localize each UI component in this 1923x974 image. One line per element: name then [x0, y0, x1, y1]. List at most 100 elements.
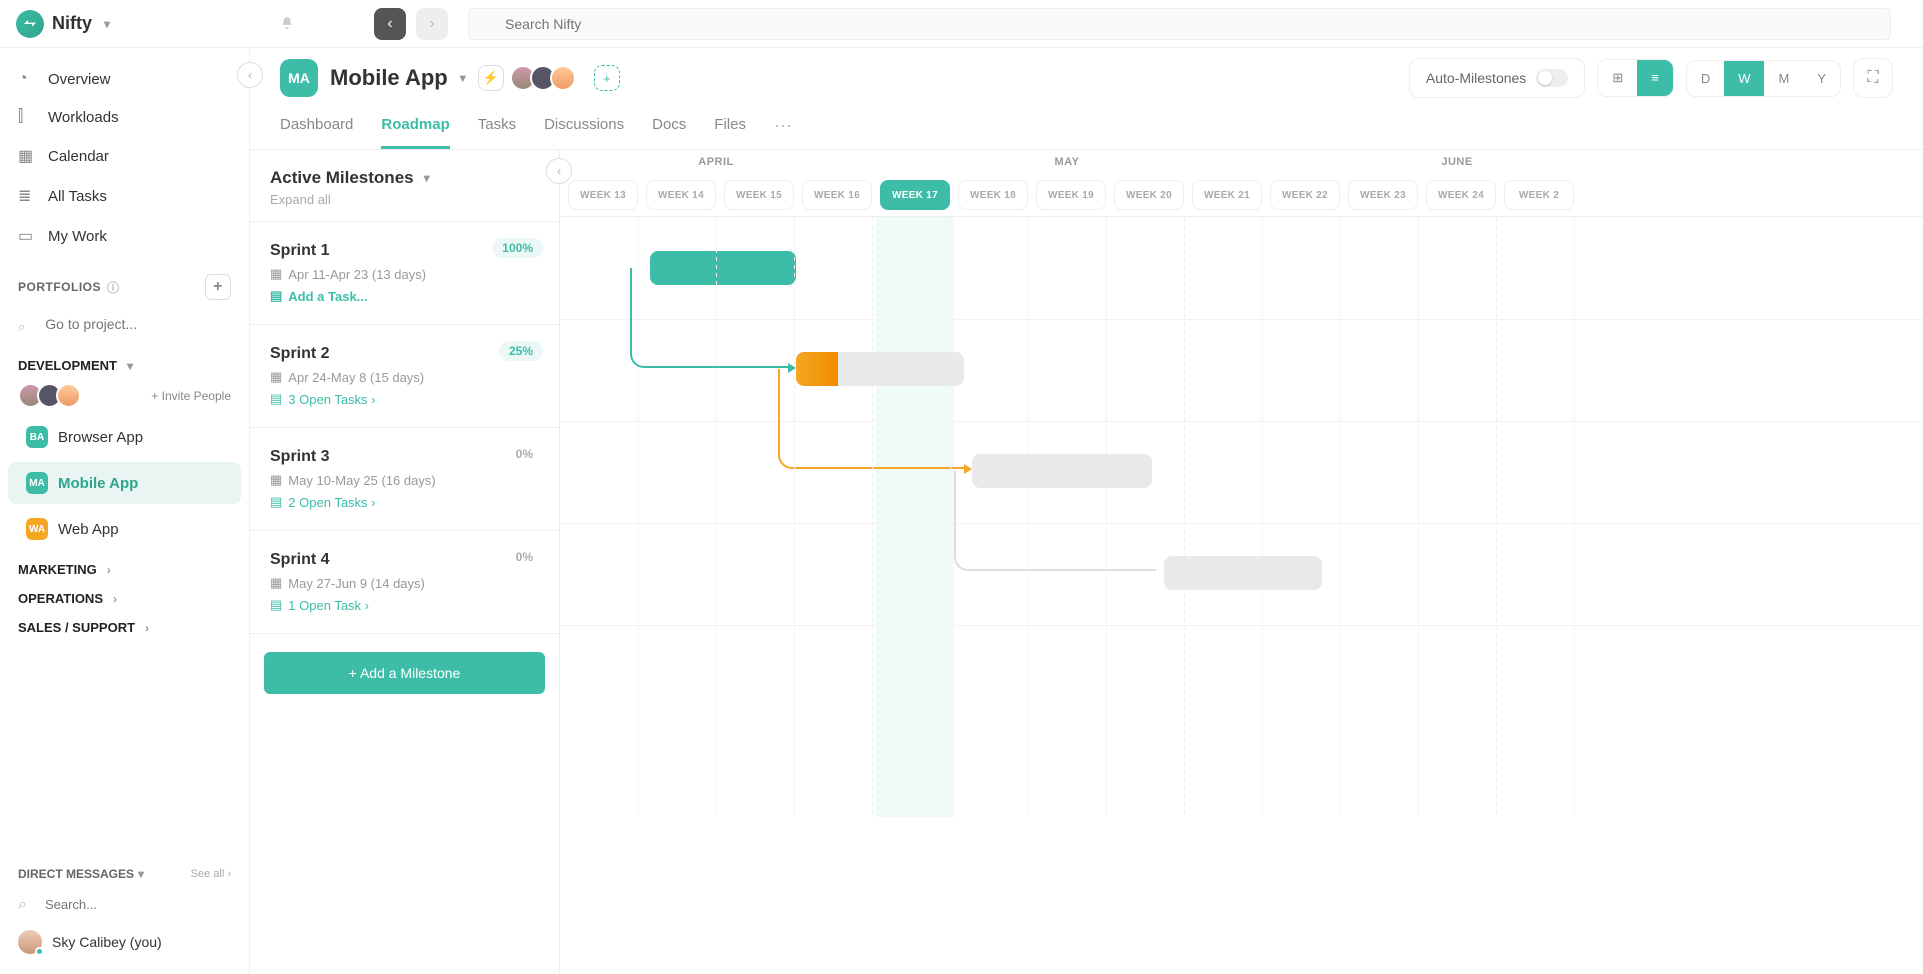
- week-pill[interactable]: WEEK 2: [1504, 180, 1574, 210]
- open-tasks-link[interactable]: ▤ 1 Open Task ›: [270, 597, 539, 613]
- chevron-down-icon: ▾: [460, 71, 466, 85]
- project-badge: WA: [26, 518, 48, 540]
- sidebar-item-all-tasks[interactable]: ≣All Tasks: [0, 176, 249, 216]
- avatar: [550, 65, 576, 91]
- sidebar-item-overview[interactable]: ◔Overview: [0, 60, 249, 98]
- project-badge: BA: [26, 426, 48, 448]
- calendar-icon: ▦: [18, 146, 36, 166]
- week-pill[interactable]: WEEK 13: [568, 180, 638, 210]
- project-mobile-app[interactable]: MAMobile App: [8, 462, 241, 504]
- collapse-sidebar-button[interactable]: ‹: [237, 62, 263, 88]
- milestone-item[interactable]: Sprint 2 ▦ Apr 24-May 8 (15 days) ▤ 3 Op…: [250, 325, 559, 428]
- automation-button[interactable]: ⚡: [478, 65, 504, 91]
- dm-see-all-link[interactable]: See all ›: [191, 868, 231, 880]
- zoom-week-button[interactable]: W: [1724, 61, 1764, 96]
- week-pill[interactable]: WEEK 23: [1348, 180, 1418, 210]
- zoom-month-button[interactable]: M: [1764, 61, 1803, 96]
- sidebar-item-workloads[interactable]: ⫿Workloads: [0, 98, 249, 136]
- tab-more-button[interactable]: ⋯: [774, 104, 792, 149]
- person-plus-icon: +: [603, 71, 611, 86]
- month-label: APRIL: [560, 150, 872, 174]
- nav-forward-button[interactable]: ›: [416, 8, 448, 40]
- add-milestone-button[interactable]: + Add a Milestone: [264, 652, 545, 694]
- list-icon: ≣: [18, 186, 36, 206]
- chart-icon: ⫿: [18, 108, 36, 126]
- fullscreen-button[interactable]: ⛶: [1853, 58, 1893, 98]
- search-icon: ⌕: [18, 319, 25, 335]
- dm-search-input[interactable]: [45, 891, 221, 918]
- search-input[interactable]: [468, 8, 1891, 40]
- gantt-bar-sprint4[interactable]: [1164, 556, 1322, 590]
- expand-icon: ⛶: [1867, 69, 1878, 87]
- calendar-icon: ▦: [270, 575, 282, 591]
- expand-all-link[interactable]: Expand all: [270, 192, 539, 207]
- project-title[interactable]: Mobile App ▾: [330, 65, 466, 91]
- calendar-icon: ▦: [270, 266, 282, 282]
- sidebar-item-my-work[interactable]: ▭My Work: [0, 216, 249, 256]
- sidebar-item-calendar[interactable]: ▦Calendar: [0, 136, 249, 176]
- portfolios-header: PORTFOLIOS ⓘ +: [0, 256, 249, 306]
- project-tabs: Dashboard Roadmap Tasks Discussions Docs…: [250, 104, 1923, 150]
- project-logo: MA: [280, 59, 318, 97]
- project-browser-app[interactable]: BABrowser App: [8, 416, 241, 458]
- auto-milestones-toggle[interactable]: Auto-Milestones: [1409, 58, 1585, 98]
- project-members[interactable]: [516, 65, 576, 91]
- week-pill[interactable]: WEEK 14: [646, 180, 716, 210]
- milestone-item[interactable]: Sprint 1 ▦ Apr 11-Apr 23 (13 days) ▤ Add…: [250, 222, 559, 325]
- dm-user[interactable]: Sky Calibey (you): [0, 922, 249, 962]
- help-icon[interactable]: ⓘ: [107, 279, 120, 296]
- task-icon: ▤: [270, 391, 282, 407]
- invite-people-link[interactable]: + Invite People: [151, 389, 231, 403]
- brand-icon: [16, 10, 44, 38]
- nav-back-button[interactable]: ‹: [374, 8, 406, 40]
- list-view-button[interactable]: ≡: [1637, 60, 1673, 96]
- portfolio-group-marketing[interactable]: MARKETING›: [0, 552, 249, 581]
- tab-tasks[interactable]: Tasks: [478, 104, 516, 149]
- add-portfolio-button[interactable]: +: [205, 274, 231, 300]
- topbar: Nifty ▾ ‹ › ⌕: [0, 0, 1923, 48]
- add-member-button[interactable]: +: [594, 65, 620, 91]
- portfolio-group-operations[interactable]: OPERATIONS›: [0, 581, 249, 610]
- tab-dashboard[interactable]: Dashboard: [280, 104, 353, 149]
- week-pill[interactable]: WEEK 15: [724, 180, 794, 210]
- add-task-link[interactable]: ▤ Add a Task...: [270, 288, 539, 304]
- week-pill[interactable]: WEEK 21: [1192, 180, 1262, 210]
- avatar[interactable]: [56, 383, 81, 408]
- open-tasks-link[interactable]: ▤ 2 Open Tasks ›: [270, 494, 539, 510]
- portfolio-group-sales[interactable]: SALES / SUPPORT›: [0, 610, 249, 639]
- milestones-title[interactable]: Active Milestones ▾: [270, 168, 539, 188]
- tab-roadmap[interactable]: Roadmap: [381, 104, 449, 149]
- tab-docs[interactable]: Docs: [652, 104, 686, 149]
- bell-icon[interactable]: [280, 15, 294, 33]
- portfolio-group-development[interactable]: DEVELOPMENT▾: [0, 348, 249, 377]
- brand-logo[interactable]: Nifty ▾: [16, 10, 110, 38]
- list-icon: ≡: [1651, 70, 1659, 85]
- goto-project-input[interactable]: [39, 310, 217, 338]
- week-pill[interactable]: WEEK 22: [1270, 180, 1340, 210]
- week-pill[interactable]: WEEK 24: [1426, 180, 1496, 210]
- week-pill[interactable]: WEEK 19: [1036, 180, 1106, 210]
- calendar-icon: ▦: [270, 472, 282, 488]
- timeline-body[interactable]: [560, 217, 1923, 817]
- project-web-app[interactable]: WAWeb App: [8, 508, 241, 550]
- week-pill[interactable]: WEEK 18: [958, 180, 1028, 210]
- tab-discussions[interactable]: Discussions: [544, 104, 624, 149]
- chevron-right-icon: ›: [145, 621, 149, 635]
- task-icon: ▤: [270, 494, 282, 510]
- dm-header: DIRECT MESSAGES ▾ See all ›: [0, 849, 249, 887]
- milestone-item[interactable]: Sprint 3 ▦ May 10-May 25 (16 days) ▤ 2 O…: [250, 428, 559, 531]
- open-tasks-link[interactable]: ▤ 3 Open Tasks ›: [270, 391, 539, 407]
- tab-files[interactable]: Files: [714, 104, 746, 149]
- week-pill[interactable]: WEEK 20: [1114, 180, 1184, 210]
- week-pill[interactable]: WEEK 17: [880, 180, 950, 210]
- sidebar: ◔Overview ⫿Workloads ▦Calendar ≣All Task…: [0, 48, 250, 974]
- zoom-day-button[interactable]: D: [1687, 61, 1724, 96]
- milestone-item[interactable]: Sprint 4 ▦ May 27-Jun 9 (14 days) ▤ 1 Op…: [250, 531, 559, 634]
- project-header: MA Mobile App ▾ ⚡ + Auto-Milestones: [250, 48, 1923, 98]
- week-pill[interactable]: WEEK 16: [802, 180, 872, 210]
- zoom-year-button[interactable]: Y: [1803, 61, 1840, 96]
- grid-view-button[interactable]: ⊞: [1598, 60, 1637, 96]
- timeline: APRIL MAY JUNE WEEK 13WEEK 14WEEK 15WEEK…: [560, 150, 1923, 974]
- milestone-list: Active Milestones ▾ Expand all ‹ Sprint …: [250, 150, 560, 974]
- view-switcher: ⊞ ≡: [1597, 59, 1674, 97]
